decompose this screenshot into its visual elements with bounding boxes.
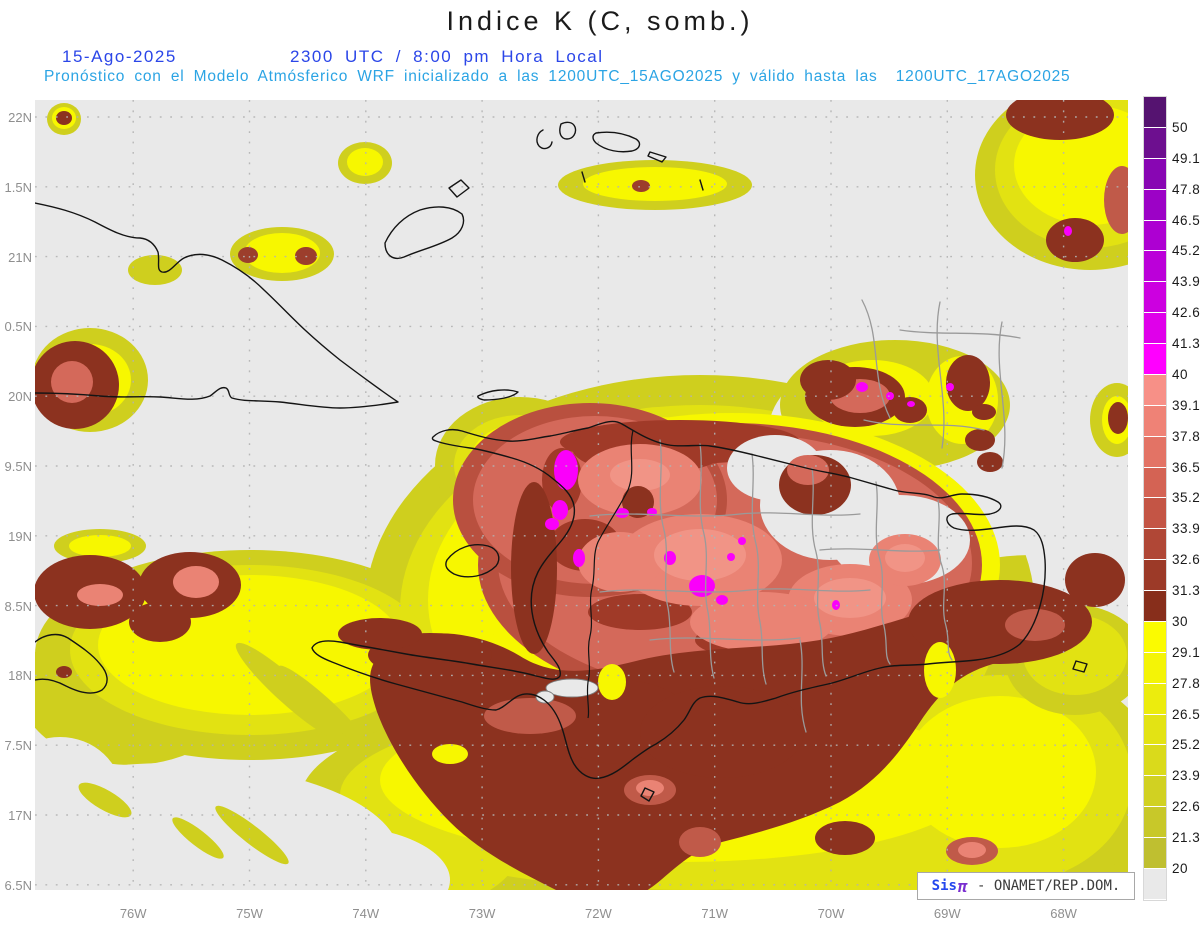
colorbar-segment <box>1144 436 1166 468</box>
attribution-sis: Sis <box>931 878 957 894</box>
y-axis-label: 0.5N <box>4 319 32 335</box>
colorbar-segment <box>1144 282 1166 314</box>
colorbar-segment <box>1144 344 1166 375</box>
colorbar-segment <box>1144 498 1166 530</box>
colorbar-segment <box>1144 714 1166 746</box>
y-axis-label: 19N <box>8 528 32 544</box>
colorbar-tick-label: 39.1 <box>1172 397 1200 413</box>
colorbar-segment <box>1144 529 1166 561</box>
colorbar-segment <box>1144 313 1166 344</box>
y-axis-label: 9.5N <box>4 459 32 474</box>
colorbar-segment <box>1144 591 1166 622</box>
colorbar-tick-label: 23.9 <box>1172 768 1200 784</box>
colorbar-tick-label: 20 <box>1172 861 1189 876</box>
colorbar-segment <box>1144 405 1166 437</box>
colorbar-tick-label: 40 <box>1172 366 1189 382</box>
colorbar-tick-label: 21.3 <box>1172 830 1200 846</box>
y-axis-label: 18N <box>8 668 32 684</box>
colorbar-tick-label: 45.2 <box>1172 243 1200 259</box>
colorbar-segment <box>1144 97 1166 128</box>
colorbar-tick-label: 36.5 <box>1172 459 1200 475</box>
attribution-text: - ONAMET/REP.DOM. <box>968 878 1121 894</box>
colorbar-tick-label: 46.5 <box>1172 212 1200 228</box>
x-axis-label: 73W <box>468 906 496 921</box>
colorbar <box>1143 96 1167 901</box>
x-axis-label: 68W <box>1050 906 1077 921</box>
y-axis-label: 1.5N <box>4 179 32 195</box>
colorbar-segment <box>1144 467 1166 499</box>
colorbar-segment <box>1144 868 1166 900</box>
colorbar-segment <box>1144 652 1166 684</box>
colorbar-tick-label: 25.2 <box>1172 737 1200 753</box>
y-axis-label: 17N <box>8 808 32 823</box>
colorbar-tick-label: 50 <box>1172 119 1189 135</box>
x-axis-label: 69W <box>933 906 961 921</box>
colorbar-tick-label: 37.8 <box>1172 428 1200 444</box>
k-index-map <box>35 100 1128 890</box>
colorbar-tick-label: 47.8 <box>1172 181 1200 197</box>
colorbar-segment <box>1144 807 1166 838</box>
colorbar-tick-label: 22.6 <box>1172 799 1200 815</box>
y-axis-label: 7.5N <box>4 738 32 754</box>
k-index-forecast-page: Indice K (C, somb.) 15-Ago-2025 2300 UTC… <box>0 0 1200 927</box>
colorbar-tick-label: 29.1 <box>1172 644 1200 660</box>
colorbar-segment <box>1144 251 1166 283</box>
colorbar-segment <box>1144 838 1166 869</box>
colorbar-segment <box>1144 621 1166 653</box>
colorbar-segment <box>1144 745 1166 777</box>
y-axis-label: 8.5N <box>4 598 32 614</box>
attribution-box: Sis π - ONAMET/REP.DOM. <box>917 872 1135 900</box>
colorbar-segment <box>1144 683 1166 715</box>
colorbar-tick-label: 32.6 <box>1172 552 1200 568</box>
colorbar-segment <box>1144 374 1166 406</box>
colorbar-tick-label: 27.8 <box>1172 675 1200 691</box>
colorbar-tick-label: 35.2 <box>1172 490 1200 506</box>
lake-enriquillo <box>545 678 599 698</box>
y-axis-label: 6.5N <box>4 877 32 893</box>
colorbar-segment <box>1144 560 1166 591</box>
x-axis-label: 76W <box>119 906 147 921</box>
x-axis-label: 74W <box>352 906 380 921</box>
colorbar-segment <box>1144 127 1166 159</box>
attribution-pi-icon: π <box>957 876 968 896</box>
y-axis-label: 22N <box>8 110 32 125</box>
colorbar-tick-label: 42.6 <box>1172 305 1200 321</box>
x-axis-label: 75W <box>236 906 263 921</box>
colorbar-segment <box>1144 158 1166 190</box>
colorbar-segment <box>1144 189 1166 221</box>
y-axis-label: 21N <box>8 249 32 265</box>
y-axis-label: 20N <box>8 389 32 405</box>
colorbar-tick-label: 30 <box>1172 613 1189 629</box>
colorbar-tick-label: 43.9 <box>1172 274 1200 290</box>
colorbar-tick-label: 33.9 <box>1172 521 1200 537</box>
x-axis-label: 70W <box>817 906 845 921</box>
colorbar-segment <box>1144 220 1166 252</box>
x-axis-label: 71W <box>701 906 729 921</box>
colorbar-tick-label: 49.1 <box>1172 150 1200 166</box>
colorbar-tick-label: 26.5 <box>1172 706 1200 722</box>
colorbar-tick-label: 41.3 <box>1172 336 1200 352</box>
colorbar-segment <box>1144 776 1166 808</box>
x-axis-label: 72W <box>585 906 612 921</box>
colorbar-tick-label: 31.3 <box>1172 583 1200 599</box>
